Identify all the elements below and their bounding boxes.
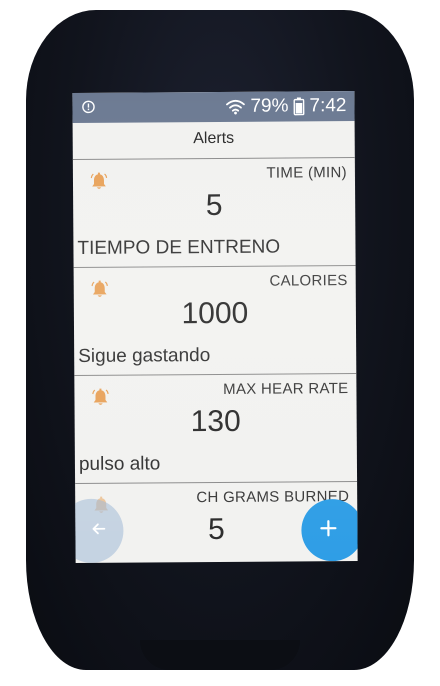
alert-value: 130 xyxy=(190,404,241,439)
battery-percent: 79% xyxy=(250,95,289,117)
status-bar: 79% 7:42 xyxy=(72,91,355,123)
wifi-icon xyxy=(225,99,245,115)
alert-item-time[interactable]: TIME (MIN) 5 TIEMPO DE ENTRENO xyxy=(72,158,356,268)
alert-metric: CALORIES xyxy=(269,272,348,290)
page-title: Alerts xyxy=(72,121,355,160)
alerts-list[interactable]: TIME (MIN) 5 TIEMPO DE ENTRENO CALORIES … xyxy=(72,158,358,563)
alert-message: pulso alto xyxy=(78,453,161,475)
battery-icon xyxy=(293,97,305,116)
device-screen: 79% 7:42 Alerts TIME (MIN) 5 TIEMPO DE E… xyxy=(72,91,358,563)
alert-item-max-heart-rate[interactable]: MAX HEAR RATE 130 pulso alto xyxy=(74,374,358,484)
add-alert-button[interactable] xyxy=(301,498,358,562)
status-time: 7:42 xyxy=(309,95,347,117)
device-foot xyxy=(140,640,300,670)
arrow-left-icon xyxy=(90,521,106,540)
plus-icon xyxy=(319,519,337,542)
alert-circle-icon xyxy=(81,100,95,114)
alert-item-calories[interactable]: CALORIES 1000 Sigue gastando xyxy=(73,266,357,376)
alert-metric: TIME (MIN) xyxy=(266,164,347,182)
status-indicators: 79% 7:42 xyxy=(225,94,347,119)
alert-value: 5 xyxy=(205,188,223,223)
alert-value: 1000 xyxy=(181,296,249,331)
alert-message: Sigue gastando xyxy=(78,345,211,367)
alert-message: TIEMPO DE ENTRENO xyxy=(77,236,281,259)
alert-metric: MAX HEAR RATE xyxy=(223,380,349,398)
